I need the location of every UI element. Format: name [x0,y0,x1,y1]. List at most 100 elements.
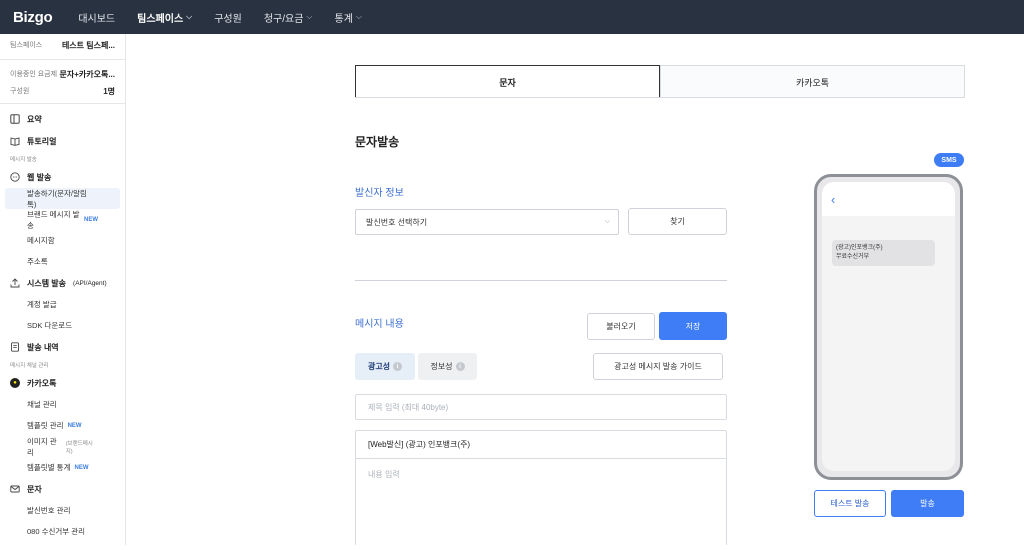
sidebar-item-080-reject[interactable]: 080 수신거부 관리 [0,521,125,542]
teamspace-row[interactable]: 팀스페이스 테스트 팀스페... [0,34,125,56]
brand-label: 브랜드 메시지 발송 [27,209,80,230]
tab-kakao[interactable]: 카카오톡 [660,65,965,98]
info-toggle[interactable]: 정보성 i [418,353,477,380]
content-textarea[interactable] [356,459,726,545]
sidebar-item-message-box[interactable]: 메시지함 [0,230,125,251]
sms-badge: SMS [934,153,964,167]
sidebar-item-brand-message[interactable]: 브랜드 메시지 발송 NEW [0,209,125,230]
upload-icon [10,278,20,288]
sidebar-item-channel[interactable]: 채널 관리 [0,394,125,415]
sender-number-select[interactable]: 발신번호 선택하기 ⌵ [355,209,619,235]
ad-guide-button[interactable]: 광고성 메시지 발송 가이드 [593,353,723,380]
members-label: 구성원 [10,88,30,95]
sidebar-item-kakao[interactable]: ● 카카오톡 [0,372,125,394]
new-badge: NEW [74,464,89,471]
sidebar-item-sender-number[interactable]: 발신번호 관리 [0,500,125,521]
sidebar-item-sdk[interactable]: SDK 다운로드 [0,315,125,336]
tutorial-label: 튜토리얼 [27,136,57,146]
test-send-button[interactable]: 테스트 발송 [814,490,886,517]
sidebar-item-address-book[interactable]: 주소록 [0,251,125,272]
tab-kakao-label: 카카오톡 [795,77,830,88]
new-badge: NEW [67,422,82,429]
chevron-down-icon: ⌵ [355,12,362,21]
reject-label: 080 수신거부 관리 [27,527,86,536]
nav-stats[interactable]: 통계 ⌵ [335,10,362,25]
group-message-send: 메시지 발송 [10,157,37,163]
template-label: 템플릿 관리 [27,421,64,430]
bubble-line: 무료수신거부 [836,254,870,260]
sidebar-item-sms[interactable]: 문자 [0,478,125,500]
plan-row: 이용중인 요금제 문자+카카오톡... [0,66,125,82]
sidebar-item-account[interactable]: 계정 발급 [0,294,125,315]
book-icon [10,136,20,146]
members-row: 구성원 1명 [0,82,125,100]
stats-label: 템플릿별 통계 [27,463,71,472]
message-prefix: [Web발신] (광고) 인포뱅크(주) [356,431,726,459]
history-label: 발송 내역 [27,342,59,352]
sidebar-item-summary[interactable]: 요약 [0,108,125,130]
members-value: 1명 [103,86,115,96]
channel-label: 채널 관리 [27,400,57,409]
info-toggle-label: 정보성 [430,362,453,371]
nav-billing[interactable]: 청구/요금 ⌵ [264,10,313,25]
phone-screen: ‹ (광고)인포뱅크(주) 무료수신거부 [822,182,955,471]
sender-select-value: 발신번호 선택하기 [366,217,428,227]
sidebar-item-history[interactable]: 발송 내역 [0,336,125,358]
tab-sms-label: 문자 [499,77,516,88]
group-channel-manage: 메시지 채널 관리 [10,363,49,369]
sidebar: 팀스페이스 테스트 팀스페... 이용중인 요금제 문자+카카오톡... 구성원… [0,34,126,545]
send-button[interactable]: 발송 [891,490,964,517]
sidebar-item-image[interactable]: 이미지 관리 (브랜드메시지) [0,436,125,457]
top-navigation-bar: Bizgo 대시보드 팀스페이스 ⌵ 구성원 청구/요금 ⌵ 통계 ⌵ [0,0,1024,34]
nav-teamspace-label: 팀스페이스 [137,13,184,25]
load-button[interactable]: 불러오기 [587,313,655,340]
section-divider [355,280,727,281]
mail-icon [10,484,20,494]
sidebar-divider [0,59,125,60]
chevron-left-icon: ‹ [831,191,836,207]
info-icon[interactable]: i [393,362,403,371]
chevron-down-icon: ⌵ [306,12,313,21]
nav-members[interactable]: 구성원 [214,10,242,25]
send-label: 발송하기(문자/알림톡) [27,188,87,209]
image-label: 이미지 관리 [27,436,57,457]
sidebar-item-template[interactable]: 템플릿 관리 NEW [0,415,125,436]
storage-label: 메시지함 [27,236,55,245]
teamspace-value: 테스트 팀스페... [61,40,115,50]
nav-members-label: 구성원 [214,13,242,25]
subject-input[interactable] [355,394,727,420]
system-send-label: 시스템 발송 [27,278,67,288]
sender-number-label: 발신번호 관리 [27,506,71,515]
summary-label: 요약 [27,114,42,124]
nav-teamspace[interactable]: 팀스페이스 ⌵ [137,10,192,25]
find-button[interactable]: 찾기 [628,208,727,235]
ad-toggle-label: 광고성 [367,362,391,371]
new-badge: NEW [84,216,98,223]
info-icon[interactable]: i [455,362,465,371]
teamspace-label: 팀스페이스 [10,42,43,49]
nav-dashboard-label: 대시보드 [78,13,116,25]
message-bubble: (광고)인포뱅크(주) 무료수신거부 [832,240,935,266]
address-label: 주소록 [27,257,48,266]
image-note: (브랜드메시지) [65,440,93,455]
bizgo-logo[interactable]: Bizgo [13,9,53,26]
sidebar-item-send[interactable]: 발송하기(문자/알림톡) [5,188,120,209]
sender-section-title: 발신자 정보 [355,188,404,199]
message-editor: [Web발신] (광고) 인포뱅크(주) [355,430,727,545]
ad-toggle[interactable]: 광고성 i [355,353,415,380]
chevron-down-icon: ⌵ [604,218,610,225]
nav-dashboard[interactable]: 대시보드 [78,10,115,25]
bubble-line: (광고)인포뱅크(주) [836,245,883,251]
sidebar-item-tutorial[interactable]: 튜토리얼 [0,130,125,152]
sidebar-item-web-send[interactable]: 웹 발송 [0,166,125,188]
sdk-label: SDK 다운로드 [27,321,73,330]
sidebar-item-template-stats[interactable]: 템플릿별 통계 NEW [0,457,125,478]
document-icon [10,342,20,352]
nav-billing-label: 청구/요금 [263,13,304,25]
kakao-talk-icon: ● [10,378,20,388]
sidebar-item-system-send[interactable]: 시스템 발송 (API/Agent) [0,272,125,294]
save-button[interactable]: 저장 [659,312,727,340]
tab-sms[interactable]: 문자 [355,65,660,98]
chat-bubble-icon [10,172,20,182]
nav-stats-label: 통계 [334,13,353,25]
